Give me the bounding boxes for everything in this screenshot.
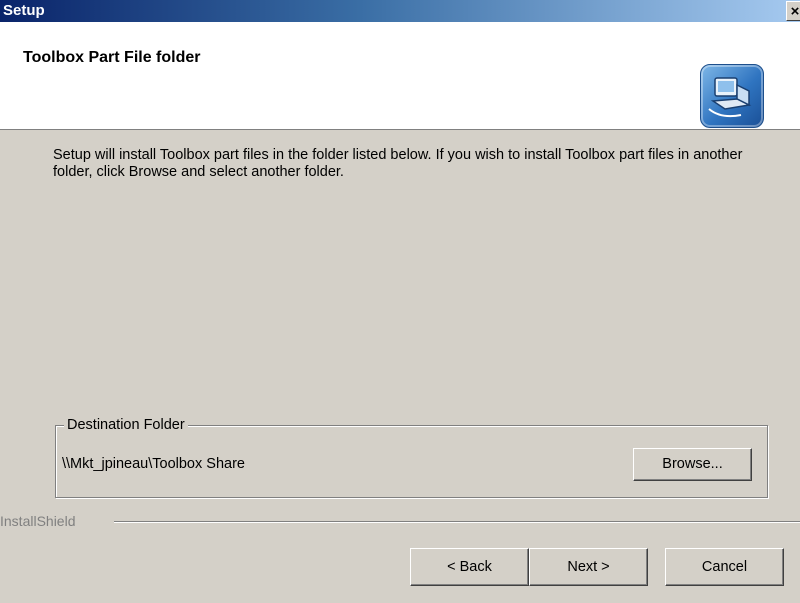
instructions-text: Setup will install Toolbox part files in… bbox=[53, 147, 743, 180]
window-title: Setup bbox=[3, 2, 45, 19]
cancel-button[interactable]: Cancel bbox=[665, 548, 784, 586]
wizard-header: Toolbox Part File folder bbox=[0, 22, 800, 130]
computer-icon bbox=[708, 77, 752, 118]
installer-computer-icon bbox=[700, 64, 764, 128]
close-button[interactable]: × bbox=[786, 1, 800, 21]
title-bar: Setup × bbox=[0, 0, 800, 22]
browse-button[interactable]: Browse... bbox=[633, 448, 752, 481]
back-button[interactable]: < Back bbox=[410, 548, 529, 586]
page-title: Toolbox Part File folder bbox=[23, 49, 201, 66]
group-legend: Destination Folder bbox=[64, 417, 188, 433]
installshield-brand: InstallShield bbox=[0, 513, 76, 529]
destination-path: \\Mkt_jpineau\Toolbox Share bbox=[62, 456, 245, 472]
divider bbox=[114, 521, 800, 523]
next-button[interactable]: Next > bbox=[529, 548, 648, 586]
